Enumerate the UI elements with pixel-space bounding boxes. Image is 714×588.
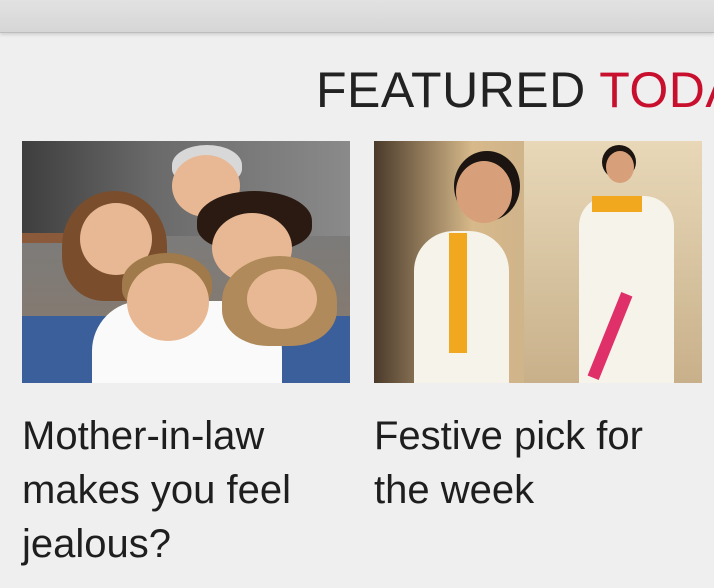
section-title-accent: TODA	[599, 62, 714, 118]
family-photo[interactable]	[22, 141, 350, 383]
section-title-main: FEATURED	[316, 62, 600, 118]
section-title: FEATURED TODA	[316, 62, 714, 118]
featured-card-1[interactable]: Mother-in-law makes you feel jealous?	[22, 141, 350, 571]
card-headline[interactable]: Mother-in-law makes you feel jealous?	[22, 409, 350, 571]
card-headline[interactable]: Festive pick for the week	[374, 409, 702, 517]
saree-photo[interactable]	[374, 141, 702, 383]
top-bar	[0, 0, 714, 33]
featured-card-2[interactable]: Festive pick for the week	[374, 141, 702, 517]
